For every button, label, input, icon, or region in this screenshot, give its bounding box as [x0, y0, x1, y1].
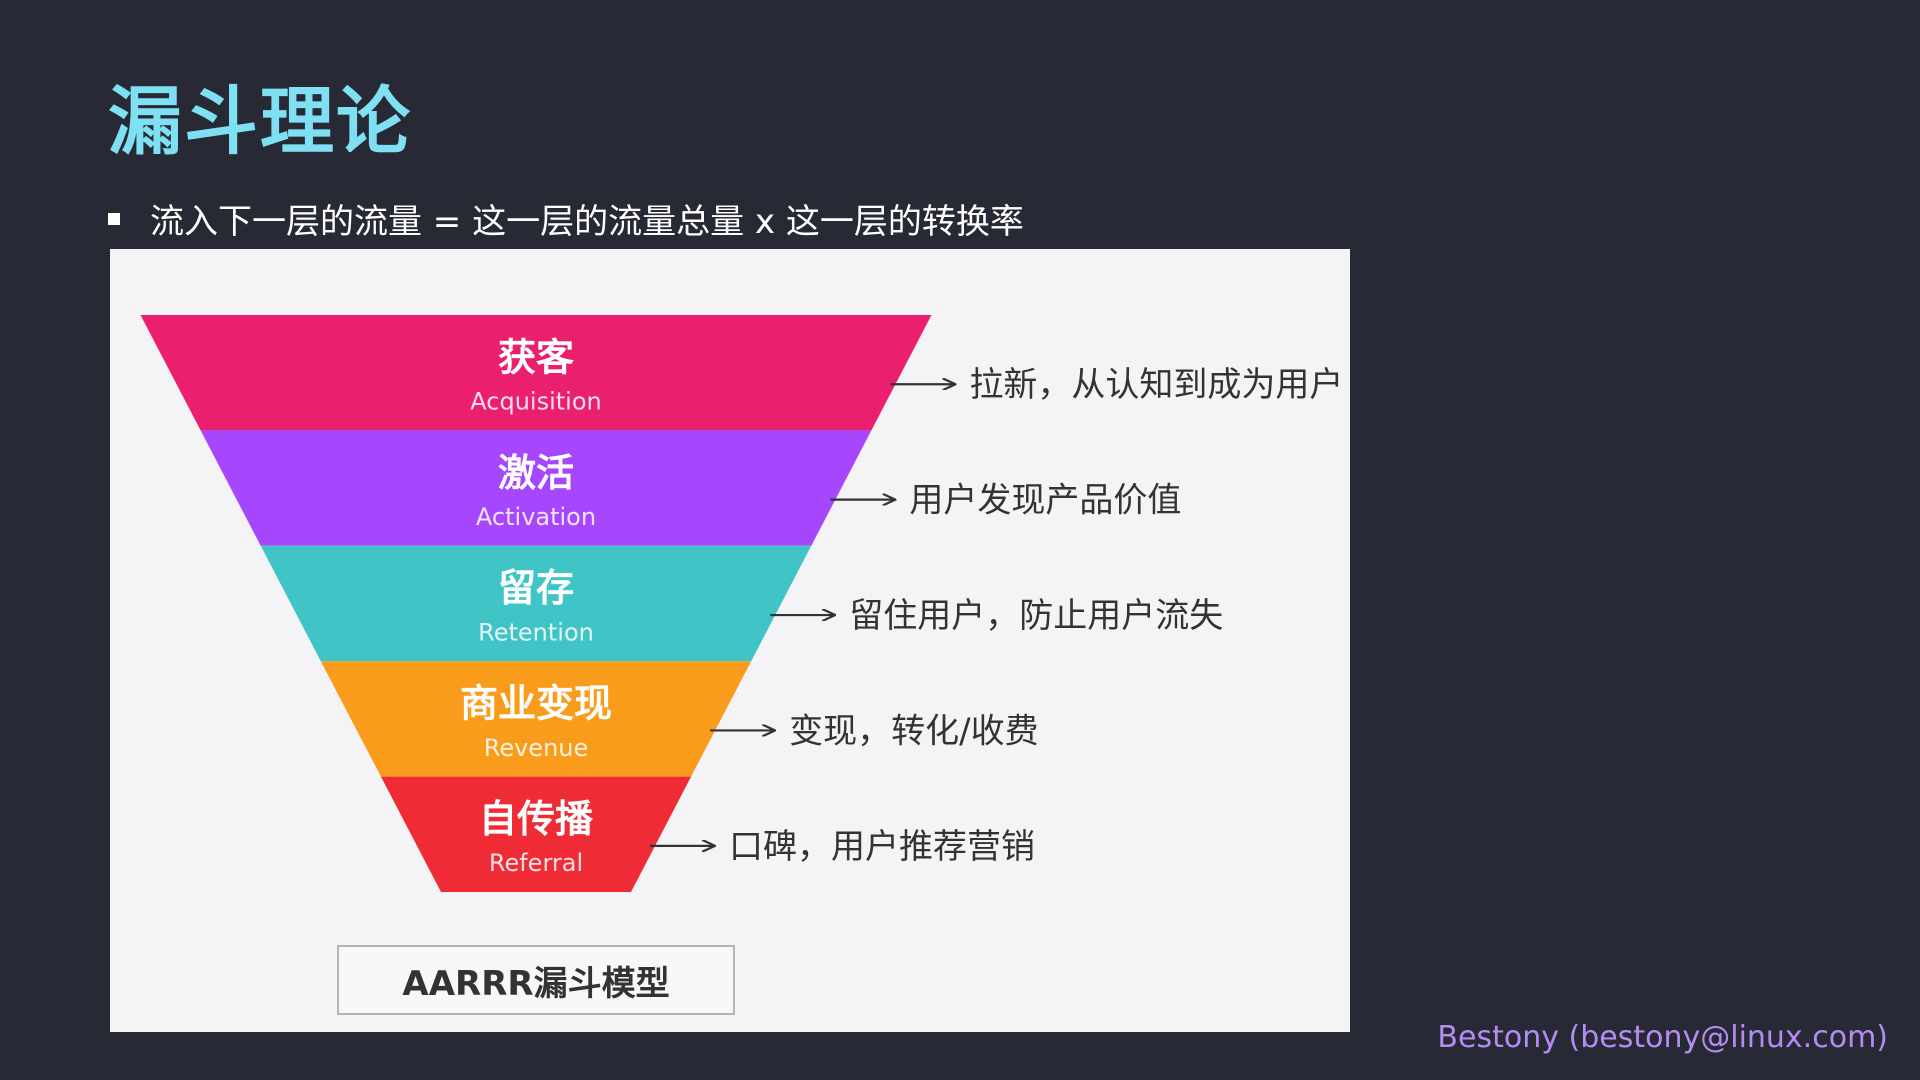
author-footer: Bestony (bestony@linux.com) — [1437, 1020, 1888, 1055]
funnel-layer-english: Revenue — [484, 734, 589, 762]
funnel-layer-description: 拉新，从认知到成为用户 — [969, 365, 1343, 405]
funnel-diagram: 获客 Acquisition 拉新，从认知到成为用户激活 Activation 用户发现… — [140, 315, 1343, 892]
funnel-layer: 激活 Activation 用户发现产品价值 — [200, 430, 1181, 546]
funnel-layer-name: 留存 — [498, 566, 574, 610]
funnel-layer-name: 获客 — [498, 335, 574, 379]
funnel-layer: 留存 Retention 留住用户，防止用户流失 — [260, 545, 1223, 662]
slide-title: 漏斗理论 — [108, 79, 412, 165]
bullet-line: 流入下一层的流量 = 这一层的流量总量 x 这一层的转换率 — [108, 194, 1024, 243]
funnel-layer-description: 口碑，用户推荐营销 — [729, 827, 1035, 867]
funnel-layer: 商业变现 Revenue 变现，转化/收费 — [320, 661, 1039, 777]
funnel-layer-name: 自传播 — [479, 797, 594, 841]
funnel-layer-english: Activation — [476, 503, 596, 531]
funnel-layer-name: 激活 — [498, 451, 574, 495]
funnel-layer-english: Referral — [489, 849, 583, 877]
bullet-text: 流入下一层的流量 = 这一层的流量总量 x 这一层的转换率 — [150, 202, 1024, 242]
funnel-caption: AARRR漏斗模型 — [337, 945, 735, 1015]
funnel-layer-description: 留住用户，防止用户流失 — [849, 596, 1223, 636]
funnel-layer-name: 商业变现 — [460, 682, 612, 726]
funnel-layer: 获客 Acquisition 拉新，从认知到成为用户 — [140, 315, 1343, 431]
funnel-layer-english: Retention — [478, 618, 594, 646]
funnel-layer-description: 用户发现产品价值 — [909, 481, 1181, 521]
funnel-layer-description: 变现，转化/收费 — [789, 711, 1038, 751]
funnel-panel: 获客 Acquisition 拉新，从认知到成为用户激活 Activation 用户发现… — [110, 249, 1350, 1032]
bullet-marker — [108, 212, 120, 225]
funnel-layer: 自传播 Referral 口碑，用户推荐营销 — [380, 776, 1035, 892]
funnel-layer-english: Acquisition — [470, 388, 601, 416]
